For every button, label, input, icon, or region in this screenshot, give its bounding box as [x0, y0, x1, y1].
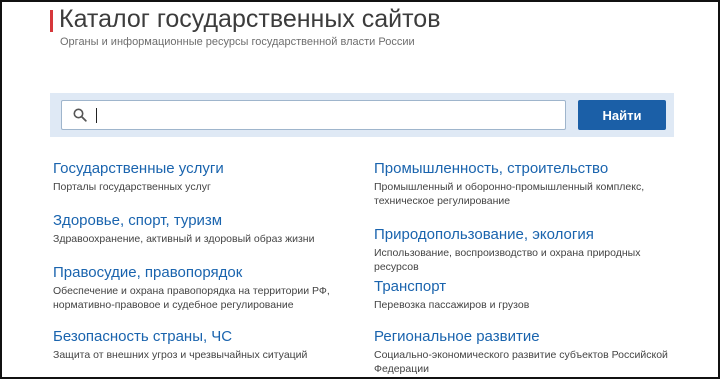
category-description-line: Социально-экономического развитие субъек… [374, 349, 668, 361]
category-item: Здоровье, спорт, туризм Здравоохранение,… [53, 212, 314, 246]
category-link[interactable]: Региональное развитие [374, 328, 668, 346]
page-subtitle: Органы и информационные ресурсы государс… [60, 36, 415, 48]
category-description: Порталы государственных услуг [53, 180, 224, 194]
category-link[interactable]: Природопользование, экология [374, 226, 684, 244]
category-description-line: техническое регулирование [374, 195, 511, 207]
category-description-line: Защита от внешних угроз и чрезвычайных с… [53, 349, 308, 361]
category-description-line: Перевозка пассажиров и грузов [374, 299, 530, 311]
category-description-line: Промышленный и оборонно-промышленный ком… [374, 181, 645, 193]
category-item: Государственные услуги Порталы государст… [53, 160, 224, 194]
category-link[interactable]: Правосудие, правопорядок [53, 264, 330, 282]
search-input[interactable] [96, 104, 560, 128]
category-description: Социально-экономического развитие субъек… [374, 348, 668, 376]
category-description: Использование, воспроизводство и охрана … [374, 246, 684, 274]
category-link[interactable]: Здоровье, спорт, туризм [53, 212, 314, 230]
category-link[interactable]: Государственные услуги [53, 160, 224, 178]
category-item: Региональное развитие Социально-экономич… [374, 328, 668, 376]
category-description-line: нормативно-правовое и судебное регулиров… [53, 299, 294, 311]
category-description-line: Использование, воспроизводство и охрана … [374, 247, 641, 273]
category-description: Обеспечение и охрана правопорядка на тер… [53, 284, 330, 312]
category-link[interactable]: Промышленность, строительство [374, 160, 644, 178]
text-caret [96, 108, 97, 123]
page-title: Каталог государственных сайтов [59, 5, 441, 33]
category-description-line: Здравоохранение, активный и здоровый обр… [53, 233, 315, 245]
category-item: Безопасность страны, ЧС Защита от внешни… [53, 328, 307, 362]
category-description-line: Федерации [374, 363, 429, 375]
category-item: Правосудие, правопорядок Обеспечение и о… [53, 264, 330, 312]
category-description: Здравоохранение, активный и здоровый обр… [53, 232, 314, 246]
category-description-line: Обеспечение и охрана правопорядка на тер… [53, 285, 330, 297]
category-item: Транспорт Перевозка пассажиров и грузов [374, 278, 529, 312]
category-link[interactable]: Безопасность страны, ЧС [53, 328, 307, 346]
search-icon [73, 108, 87, 122]
category-description-line: Порталы государственных услуг [53, 181, 211, 193]
category-item: Природопользование, экология Использован… [374, 226, 684, 274]
category-description: Защита от внешних угроз и чрезвычайных с… [53, 348, 307, 362]
search-button[interactable]: Найти [578, 100, 666, 130]
page-header: Каталог государственных сайтов [50, 4, 440, 34]
category-description: Перевозка пассажиров и грузов [374, 298, 529, 312]
category-item: Промышленность, строительство Промышленн… [374, 160, 644, 208]
title-accent-bar [50, 10, 53, 32]
category-description: Промышленный и оборонно-промышленный ком… [374, 180, 644, 208]
search-bar: Найти [50, 93, 674, 137]
category-link[interactable]: Транспорт [374, 278, 529, 296]
search-box[interactable] [61, 100, 566, 130]
